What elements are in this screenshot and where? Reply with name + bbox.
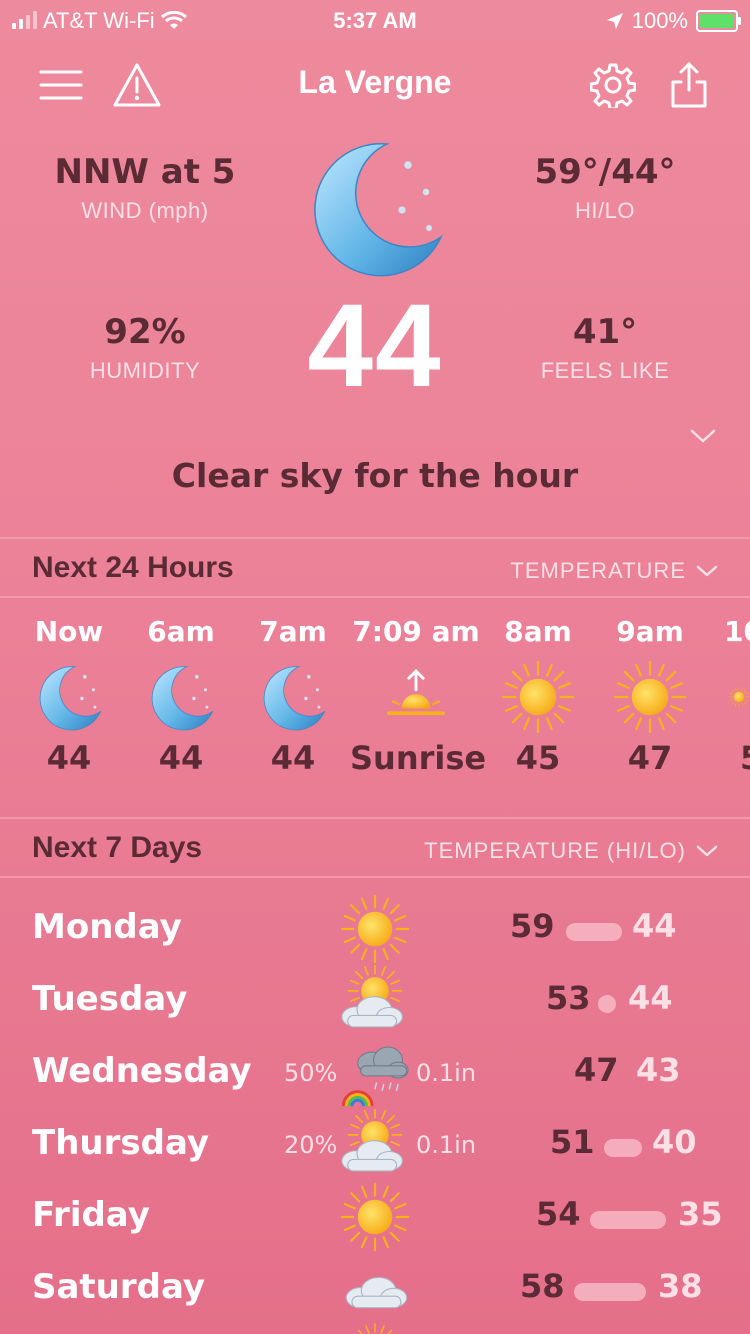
temp-range-bar	[574, 1283, 646, 1301]
day-name: Tuesday	[32, 979, 188, 1019]
rain-rainbow-icon	[338, 1037, 412, 1109]
daily-selector-label: TEMPERATURE (HI/LO)	[424, 838, 686, 863]
settings-gear-icon[interactable]	[586, 58, 640, 112]
day-high: 51	[550, 1123, 595, 1161]
day-high: 59	[510, 907, 555, 945]
hour-column: 7:09 am Sunrise	[350, 615, 487, 777]
wind-label: WIND (mph)	[81, 198, 209, 223]
hour-time: Now	[34, 615, 104, 648]
hour-value: 45	[515, 739, 561, 777]
precip-chance: 50%	[284, 1059, 338, 1087]
hour-time: 10	[724, 615, 750, 648]
day-row[interactable]: Tuesday 53 44	[0, 965, 750, 1037]
hour-value: Sunrise	[350, 739, 487, 777]
hilo-stat: 59°/44° HI/LO	[490, 152, 720, 224]
precip-chance: 20%	[284, 1131, 338, 1159]
divider	[0, 537, 750, 539]
day-name: Thursday	[32, 1123, 210, 1163]
hour-value: 47	[627, 739, 673, 777]
hour-time: 8am	[504, 615, 572, 648]
day-high: 47	[574, 1051, 619, 1089]
hour-value: 5	[706, 739, 750, 777]
day-high: 54	[536, 1195, 581, 1233]
precip-amount: 0.1in	[416, 1059, 477, 1087]
day-name: Friday	[32, 1195, 150, 1235]
day-low: 38	[658, 1267, 703, 1305]
hourly-title: Next 24 Hours	[32, 551, 234, 584]
temp-range-bar	[598, 995, 616, 1013]
expand-chevron-icon[interactable]	[690, 428, 716, 448]
divider	[0, 596, 750, 598]
hour-time: 7am	[259, 615, 327, 648]
chevron-down-icon	[696, 565, 718, 577]
day-low: 44	[632, 907, 677, 945]
day-row[interactable]: Monday 59 44	[0, 893, 750, 965]
moon-icon	[13, 655, 125, 739]
temp-range-bar	[604, 1139, 642, 1157]
location-arrow-icon	[606, 13, 623, 29]
hour-value: 44	[158, 739, 204, 777]
hourly-selector-label: TEMPERATURE	[510, 558, 686, 583]
day-low: 43	[636, 1051, 681, 1089]
partly-cloudy-icon	[338, 1109, 412, 1181]
hour-time: 7:09 am	[352, 615, 480, 648]
chevron-down-icon	[696, 845, 718, 857]
day-row[interactable]: Saturday 58 38	[0, 1253, 750, 1325]
moon-icon	[300, 132, 450, 282]
hour-summary: Clear sky for the hour	[171, 456, 579, 495]
hilo-label: HI/LO	[575, 198, 635, 223]
day-high: 58	[520, 1267, 565, 1305]
daily-title: Next 7 Days	[32, 831, 203, 864]
day-row[interactable]: Friday 54 35	[0, 1181, 750, 1253]
hour-column: 6am 44	[125, 615, 237, 777]
current-temperature: 44	[307, 280, 443, 412]
share-icon[interactable]	[662, 58, 716, 112]
temp-range-bar	[590, 1211, 666, 1229]
day-name: Wednesday	[32, 1051, 252, 1091]
wind-value: NNW at 5	[54, 152, 236, 192]
hour-value: 44	[46, 739, 92, 777]
sunrise-icon	[350, 655, 482, 739]
sun-icon	[594, 655, 706, 739]
status-right: 100%	[606, 8, 741, 34]
hour-column: 7am 44	[237, 615, 349, 777]
hour-column: 8am 45	[482, 615, 594, 777]
hour-column: Now 44	[13, 615, 125, 777]
temp-range-bar	[566, 923, 622, 941]
hour-time: 9am	[616, 615, 684, 648]
hour-value: 44	[270, 739, 316, 777]
hour-column: 10 5	[706, 615, 750, 777]
day-high: 53	[546, 979, 591, 1017]
moon-icon	[125, 655, 237, 739]
day-name: Monday	[32, 907, 182, 947]
day-low: 40	[652, 1123, 697, 1161]
sun-icon	[706, 655, 750, 739]
battery-icon	[696, 10, 741, 32]
day-row[interactable]: Wednesday 50% 0.1in 47 43	[0, 1037, 750, 1109]
sun-icon	[350, 1322, 400, 1334]
cloud-icon	[338, 1253, 412, 1325]
hilo-value: 59°/44°	[534, 152, 676, 192]
status-bar: AT&T Wi-Fi 5:37 AM 100%	[0, 0, 750, 40]
day-name: Saturday	[32, 1267, 206, 1307]
wind-stat: NNW at 5 WIND (mph)	[30, 152, 260, 224]
day-low: 44	[628, 979, 673, 1017]
divider	[0, 876, 750, 878]
partly-cloudy-icon	[338, 965, 412, 1037]
precip-amount: 0.1in	[416, 1131, 477, 1159]
hour-time: 6am	[147, 615, 215, 648]
battery-percent: 100%	[631, 8, 688, 33]
day-row[interactable]: Thursday 20% 0.1in 51 40	[0, 1109, 750, 1181]
sun-icon	[338, 893, 412, 965]
moon-icon	[237, 655, 349, 739]
sun-icon	[338, 1181, 412, 1253]
hour-column: 9am 47	[594, 615, 706, 777]
sun-icon	[482, 655, 594, 739]
hourly-metric-selector[interactable]: TEMPERATURE	[510, 558, 718, 584]
daily-metric-selector[interactable]: TEMPERATURE (HI/LO)	[424, 838, 718, 864]
day-low: 35	[678, 1195, 723, 1233]
divider	[0, 817, 750, 819]
